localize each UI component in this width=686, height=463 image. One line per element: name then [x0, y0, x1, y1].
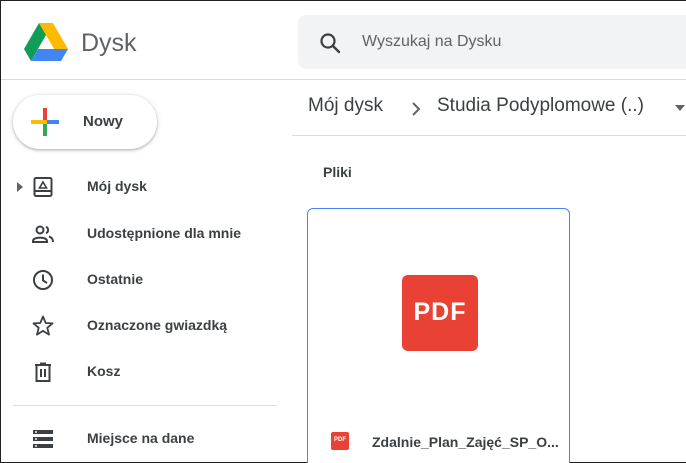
- section-title: Pliki: [323, 164, 352, 180]
- new-button[interactable]: Nowy: [13, 95, 157, 149]
- sidebar-item-label: Oznaczone gwiazdką: [87, 317, 228, 333]
- shared-people-icon: [32, 225, 54, 243]
- sidebar-item-shared[interactable]: Udostępnione dla mnie: [1, 214, 277, 254]
- chevron-right-icon: [412, 102, 421, 116]
- file-name: Zdalnie_Plan_Zajęć_SP_O...: [372, 434, 559, 450]
- app-title: Dysk: [81, 29, 137, 57]
- sidebar-item-label: Kosz: [87, 363, 121, 379]
- sidebar-item-trash[interactable]: Kosz: [1, 352, 277, 392]
- sidebar-item-storage[interactable]: Miejsce na dane: [1, 419, 277, 459]
- star-icon: [32, 315, 54, 336]
- main-divider: [292, 135, 686, 136]
- top-bar: Dysk: [1, 0, 686, 80]
- drive-logo-icon: [24, 23, 68, 61]
- sidebar-item-label: Mój dysk: [87, 178, 147, 194]
- trash-icon: [35, 362, 51, 382]
- sidebar-item-label: Udostępnione dla mnie: [87, 225, 242, 241]
- search-input[interactable]: [362, 30, 662, 54]
- breadcrumb-root[interactable]: Mój dysk: [308, 95, 383, 117]
- breadcrumb-current-folder[interactable]: Studia Podyplomowe (..): [437, 95, 644, 117]
- search-bar[interactable]: [298, 15, 686, 69]
- sidebar-item-my-drive[interactable]: Mój dysk: [1, 167, 277, 207]
- pdf-file-icon-label: PDF: [334, 437, 346, 443]
- sidebar-item-label: Miejsce na dane: [87, 430, 195, 446]
- my-drive-icon: [33, 177, 53, 197]
- pdf-preview-label: PDF: [413, 298, 467, 326]
- dropdown-arrow-icon[interactable]: [674, 103, 686, 113]
- search-icon[interactable]: [318, 31, 342, 55]
- new-button-label: Nowy: [83, 113, 124, 130]
- expand-arrow-icon[interactable]: [15, 181, 25, 193]
- sidebar-item-starred[interactable]: Oznaczone gwiazdką: [1, 306, 277, 346]
- storage-icon: [33, 430, 53, 448]
- clock-icon: [33, 270, 53, 290]
- file-card[interactable]: PDF PDF Zdalnie_Plan_Zajęć_SP_O...: [307, 208, 570, 463]
- pdf-preview-icon: PDF: [402, 275, 478, 351]
- sidebar-divider: [13, 405, 277, 406]
- sidebar-item-recent[interactable]: Ostatnie: [1, 260, 277, 300]
- sidebar-item-label: Ostatnie: [87, 271, 144, 287]
- plus-icon: [31, 108, 59, 136]
- pdf-file-icon: PDF: [331, 432, 349, 450]
